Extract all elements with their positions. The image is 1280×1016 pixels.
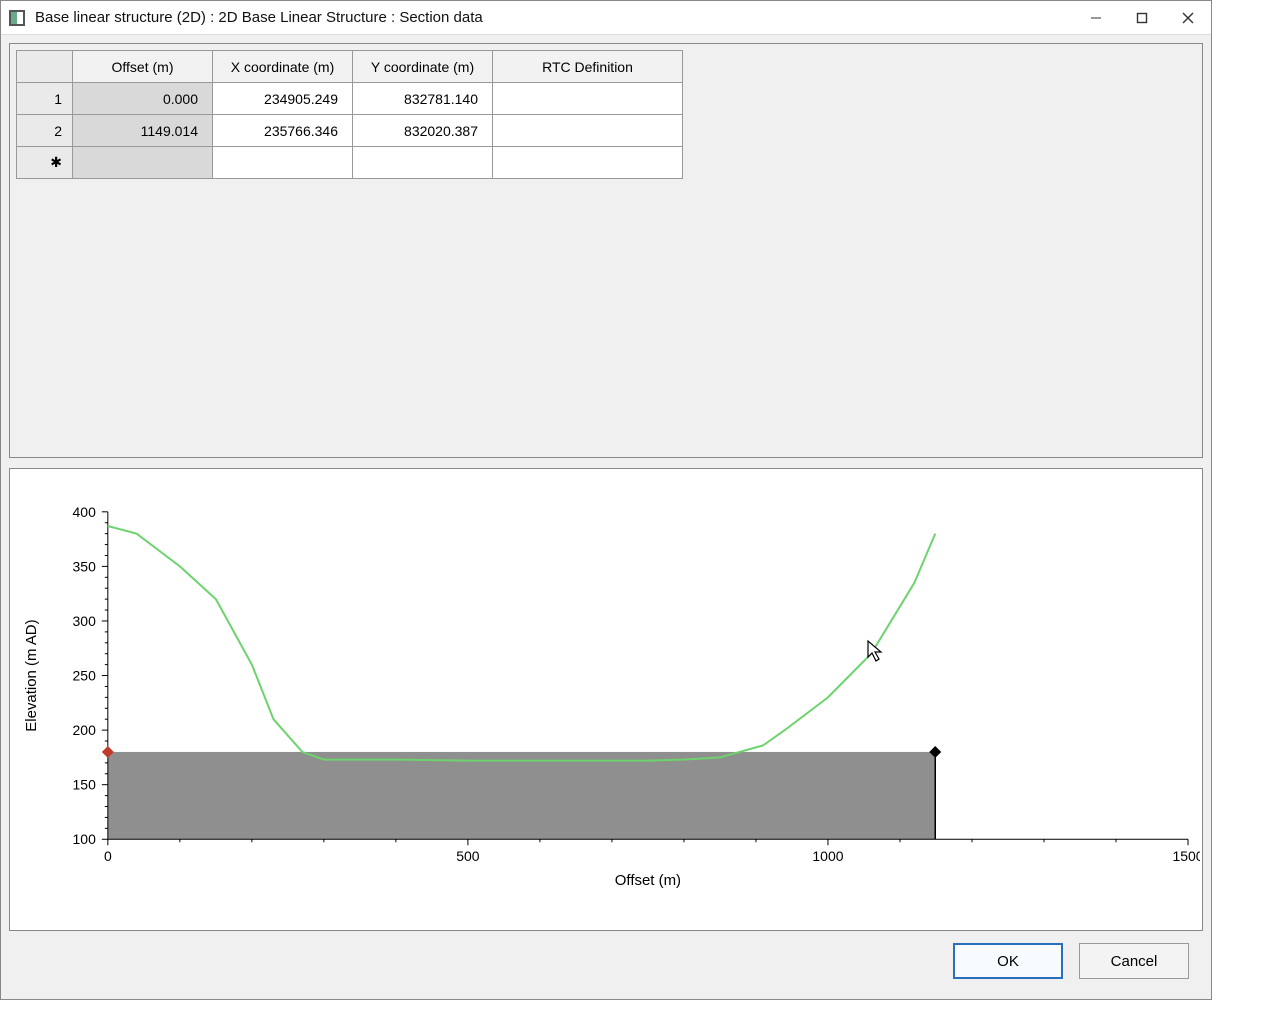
close-icon [1181,11,1195,25]
titlebar: Base linear structure (2D) : 2D Base Lin… [1,1,1211,35]
close-button[interactable] [1165,1,1211,35]
col-rtc[interactable]: RTC Definition [493,51,683,83]
section-chart[interactable]: 100 150 200 250 300 350 400 0 500 1000 1500 Offset … [12,471,1200,928]
table-row[interactable]: 21149.014235766.346832020.387 [17,115,683,147]
cell-x[interactable]: 235766.346 [213,115,353,147]
svg-text:1000: 1000 [812,848,843,864]
svg-text:Elevation (m AD): Elevation (m AD) [23,619,40,731]
svg-text:1500: 1500 [1172,848,1200,864]
svg-text:250: 250 [73,668,97,684]
col-offset[interactable]: Offset (m) [73,51,213,83]
cell-y[interactable] [353,147,493,179]
cell-rtc[interactable] [493,115,683,147]
svg-text:400: 400 [73,504,97,520]
svg-text:300: 300 [73,613,97,629]
svg-text:0: 0 [104,848,112,864]
new-row-marker: ✱ [17,147,73,179]
svg-text:500: 500 [456,848,480,864]
row-number: 1 [17,83,73,115]
button-bar: OK Cancel [9,931,1203,991]
dialog-window: Base linear structure (2D) : 2D Base Lin… [0,0,1212,1000]
table-new-row[interactable]: ✱ [17,147,683,179]
chart-panel: 100 150 200 250 300 350 400 0 500 1000 1500 Offset … [9,468,1203,931]
cell-x[interactable] [213,147,353,179]
cell-y[interactable]: 832020.387 [353,115,493,147]
svg-text:Offset (m): Offset (m) [615,872,681,889]
svg-text:200: 200 [73,722,97,738]
col-y[interactable]: Y coordinate (m) [353,51,493,83]
cell-y[interactable]: 832781.140 [353,83,493,115]
ok-button[interactable]: OK [953,943,1063,979]
svg-text:100: 100 [73,831,97,847]
maximize-button[interactable] [1119,1,1165,35]
minimize-icon [1090,12,1102,24]
cell-rtc[interactable] [493,147,683,179]
app-icon [9,10,25,26]
col-rownum [17,51,73,83]
table-panel: Offset (m) X coordinate (m) Y coordinate… [9,43,1203,458]
section-data-table[interactable]: Offset (m) X coordinate (m) Y coordinate… [16,50,683,179]
cancel-button[interactable]: Cancel [1079,943,1189,979]
row-number: 2 [17,115,73,147]
svg-text:350: 350 [73,558,97,574]
cell-offset[interactable]: 1149.014 [73,115,213,147]
content-area: Offset (m) X coordinate (m) Y coordinate… [1,35,1211,999]
cell-x[interactable]: 234905.249 [213,83,353,115]
table-row[interactable]: 10.000234905.249832781.140 [17,83,683,115]
maximize-icon [1136,12,1148,24]
svg-text:150: 150 [73,777,97,793]
cell-offset[interactable]: 0.000 [73,83,213,115]
cell-rtc[interactable] [493,83,683,115]
window-controls [1073,1,1211,34]
col-x[interactable]: X coordinate (m) [213,51,353,83]
cell-offset[interactable] [73,147,213,179]
window-title: Base linear structure (2D) : 2D Base Lin… [35,9,1073,26]
minimize-button[interactable] [1073,1,1119,35]
